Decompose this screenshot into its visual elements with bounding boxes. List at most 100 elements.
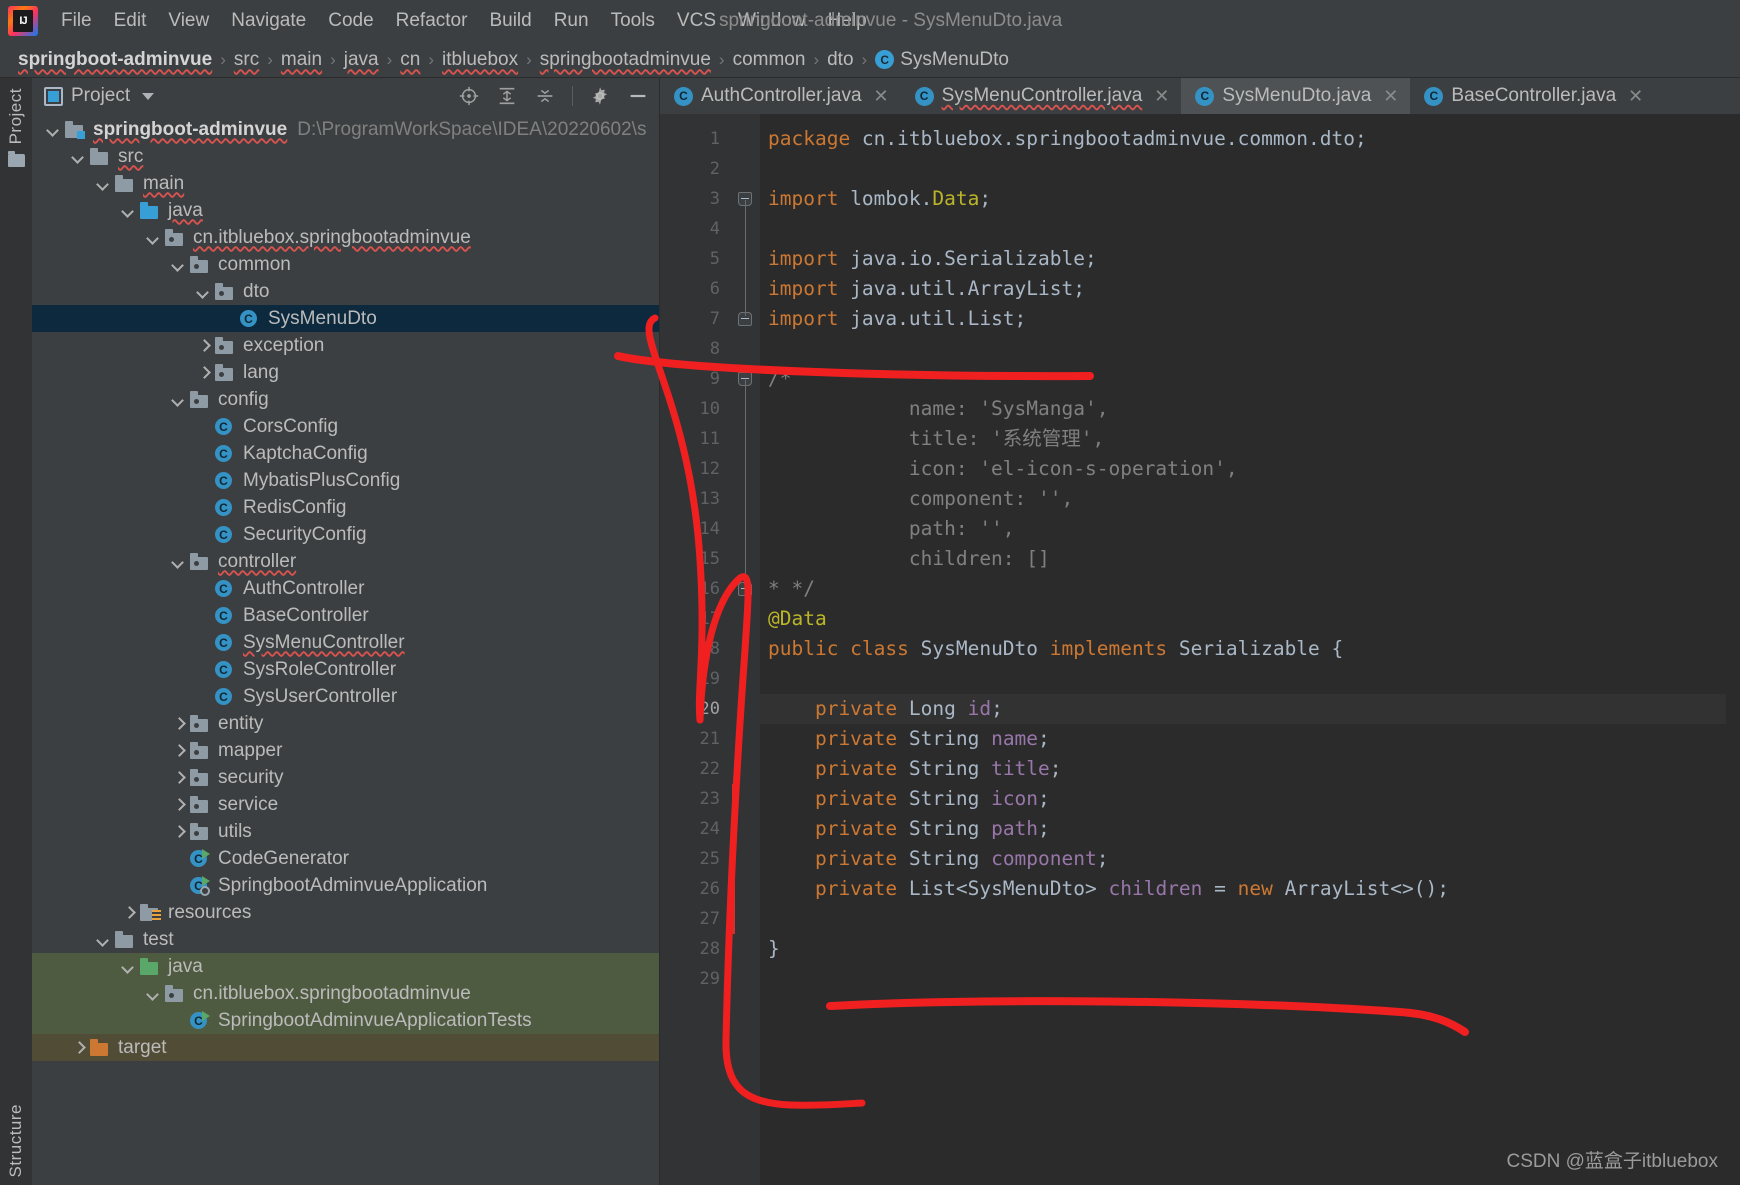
code-content[interactable]: package cn.itbluebox.springbootadminvue.…: [760, 114, 1726, 1185]
tree-row-redisconfig[interactable]: RedisConfig: [32, 494, 659, 521]
tree-row-security[interactable]: security: [32, 764, 659, 791]
tree-row-sysmenucontroller[interactable]: SysMenuController: [32, 629, 659, 656]
menu-item-build[interactable]: Build: [478, 8, 542, 34]
tree-row-securityconfig[interactable]: SecurityConfig: [32, 521, 659, 548]
tree-row-service[interactable]: service: [32, 791, 659, 818]
chevron-down-icon[interactable]: [171, 554, 187, 570]
locate-icon[interactable]: [458, 85, 480, 107]
tree-row-sysmenudto[interactable]: SysMenuDto: [32, 305, 659, 332]
tree-row-lang[interactable]: lang: [32, 359, 659, 386]
menu-item-vcs[interactable]: VCS: [666, 8, 727, 34]
chevron-down-icon[interactable]: [146, 986, 162, 1002]
collapse-all-icon[interactable]: [534, 85, 556, 107]
menu-item-file[interactable]: File: [50, 8, 103, 34]
tree-row-test[interactable]: test: [32, 926, 659, 953]
tree-row-common[interactable]: common: [32, 251, 659, 278]
breadcrumb-item-itbluebox[interactable]: itbluebox: [442, 49, 518, 71]
chevron-right-icon[interactable]: [71, 1040, 87, 1056]
tool-window-button-structure[interactable]: Structure: [6, 1104, 26, 1177]
chevron-down-icon[interactable]: [71, 149, 87, 165]
breadcrumb-item-dto[interactable]: dto: [827, 49, 853, 71]
tree-row-sysusercontroller[interactable]: SysUserController: [32, 683, 659, 710]
chevron-down-icon[interactable]: [121, 959, 137, 975]
chevron-down-icon[interactable]: [171, 257, 187, 273]
menu-item-code[interactable]: Code: [317, 8, 384, 34]
tree-row-codegenerator[interactable]: CodeGenerator: [32, 845, 659, 872]
tree-row-src[interactable]: src: [32, 143, 659, 170]
tree-row-springbootadminvueapplicationtests[interactable]: SpringbootAdminvueApplicationTests: [32, 1007, 659, 1034]
tree-row-java[interactable]: java: [32, 197, 659, 224]
tree-row-java[interactable]: java: [32, 953, 659, 980]
breadcrumb-item-springbootadminvue[interactable]: springbootadminvue: [540, 49, 711, 71]
breadcrumb-item-springboot-adminvue[interactable]: springboot-adminvue: [18, 49, 212, 71]
tree-row-cn-itbluebox-springbootadminvue[interactable]: cn.itbluebox.springbootadminvue: [32, 980, 659, 1007]
chevron-down-icon[interactable]: [146, 230, 162, 246]
tree-row-cn-itbluebox-springbootadminvue[interactable]: cn.itbluebox.springbootadminvue: [32, 224, 659, 251]
menu-item-run[interactable]: Run: [543, 8, 600, 34]
tree-row-basecontroller[interactable]: BaseController: [32, 602, 659, 629]
gear-icon[interactable]: [589, 85, 611, 107]
editor-tab-sysmenudto-java[interactable]: C SysMenuDto.java ✕: [1181, 78, 1411, 114]
close-icon[interactable]: ✕: [1628, 86, 1643, 107]
tree-row-authcontroller[interactable]: AuthController: [32, 575, 659, 602]
tree-row-main[interactable]: main: [32, 170, 659, 197]
chevron-right-icon[interactable]: [171, 824, 187, 840]
chevron-down-icon[interactable]: [46, 122, 62, 138]
tool-window-button-project[interactable]: Project: [6, 88, 26, 144]
tree-row-resources[interactable]: resources: [32, 899, 659, 926]
hide-window-icon[interactable]: [627, 85, 649, 107]
tree-row-sysrolecontroller[interactable]: SysRoleController: [32, 656, 659, 683]
close-icon[interactable]: ✕: [1383, 86, 1398, 107]
chevron-down-icon[interactable]: [96, 176, 112, 192]
breadcrumb-item-cn[interactable]: cn: [400, 49, 420, 71]
menu-item-navigate[interactable]: Navigate: [220, 8, 317, 34]
breadcrumb-item-common[interactable]: common: [733, 49, 806, 71]
chevron-right-icon[interactable]: [171, 770, 187, 786]
chevron-right-icon[interactable]: [171, 797, 187, 813]
breadcrumb-item-sysmenudto[interactable]: C SysMenuDto: [875, 49, 1009, 71]
chevron-down-icon[interactable]: [171, 392, 187, 408]
project-tree[interactable]: springboot-adminvue D:\ProgramWorkSpace\I…: [32, 114, 659, 1185]
chevron-down-icon[interactable]: [142, 92, 155, 100]
code-folding-gutter[interactable]: [732, 114, 760, 1185]
code-editor[interactable]: 1 2 3 4 5 6 7 8 9 10 11 12 13 14 15 16 17 18 19 20 21 22 23 24 2…: [660, 114, 1740, 1185]
breadcrumb-item-src[interactable]: src: [234, 49, 259, 71]
tree-row-exception[interactable]: exception: [32, 332, 659, 359]
editor-tab-bar[interactable]: C AuthController.java ✕ C SysMenuController.…: [660, 78, 1740, 114]
tree-row-mapper[interactable]: mapper: [32, 737, 659, 764]
chevron-right-icon[interactable]: [196, 365, 212, 381]
breadcrumb-item-main[interactable]: main: [281, 49, 322, 71]
tree-row-mybatisplusconfig[interactable]: MybatisPlusConfig: [32, 467, 659, 494]
editor-tab-authcontroller-java[interactable]: C AuthController.java ✕: [660, 78, 901, 114]
menu-item-refactor[interactable]: Refactor: [385, 8, 479, 34]
editor-tab-basecontroller-java[interactable]: C BaseController.java ✕: [1410, 78, 1655, 114]
close-icon[interactable]: ✕: [874, 86, 889, 107]
tree-row-target[interactable]: target: [32, 1034, 659, 1061]
tree-row-dto[interactable]: dto: [32, 278, 659, 305]
editor-scrollbar[interactable]: [1726, 114, 1740, 1185]
tree-row-controller[interactable]: controller: [32, 548, 659, 575]
close-icon[interactable]: ✕: [1154, 86, 1169, 107]
breadcrumb-item-java[interactable]: java: [344, 49, 379, 71]
expand-all-icon[interactable]: [496, 85, 518, 107]
menu-item-edit[interactable]: Edit: [103, 8, 158, 34]
tree-row-corsconfig[interactable]: CorsConfig: [32, 413, 659, 440]
chevron-down-icon[interactable]: [196, 284, 212, 300]
tree-row-kaptchaconfig[interactable]: KaptchaConfig: [32, 440, 659, 467]
tree-row-config[interactable]: config: [32, 386, 659, 413]
project-title-box[interactable]: Project: [44, 85, 155, 107]
chevron-right-icon[interactable]: [171, 743, 187, 759]
tree-row-utils[interactable]: utils: [32, 818, 659, 845]
menu-item-view[interactable]: View: [157, 8, 220, 34]
editor-tab-sysmenucontroller-java[interactable]: C SysMenuController.java ✕: [901, 78, 1182, 114]
chevron-down-icon[interactable]: [96, 932, 112, 948]
tree-row-entity[interactable]: entity: [32, 710, 659, 737]
chevron-down-icon[interactable]: [121, 203, 137, 219]
tree-row-springboot-adminvue[interactable]: springboot-adminvue D:\ProgramWorkSpace\I…: [32, 116, 659, 143]
breadcrumb[interactable]: springboot-adminvue › src › main › java › cn › itb…: [0, 42, 1740, 78]
chevron-right-icon[interactable]: [171, 716, 187, 732]
chevron-right-icon[interactable]: [121, 905, 137, 921]
chevron-right-icon[interactable]: [196, 338, 212, 354]
menu-item-tools[interactable]: Tools: [600, 8, 666, 34]
tree-row-springbootadminvueapplication[interactable]: SpringbootAdminvueApplication: [32, 872, 659, 899]
